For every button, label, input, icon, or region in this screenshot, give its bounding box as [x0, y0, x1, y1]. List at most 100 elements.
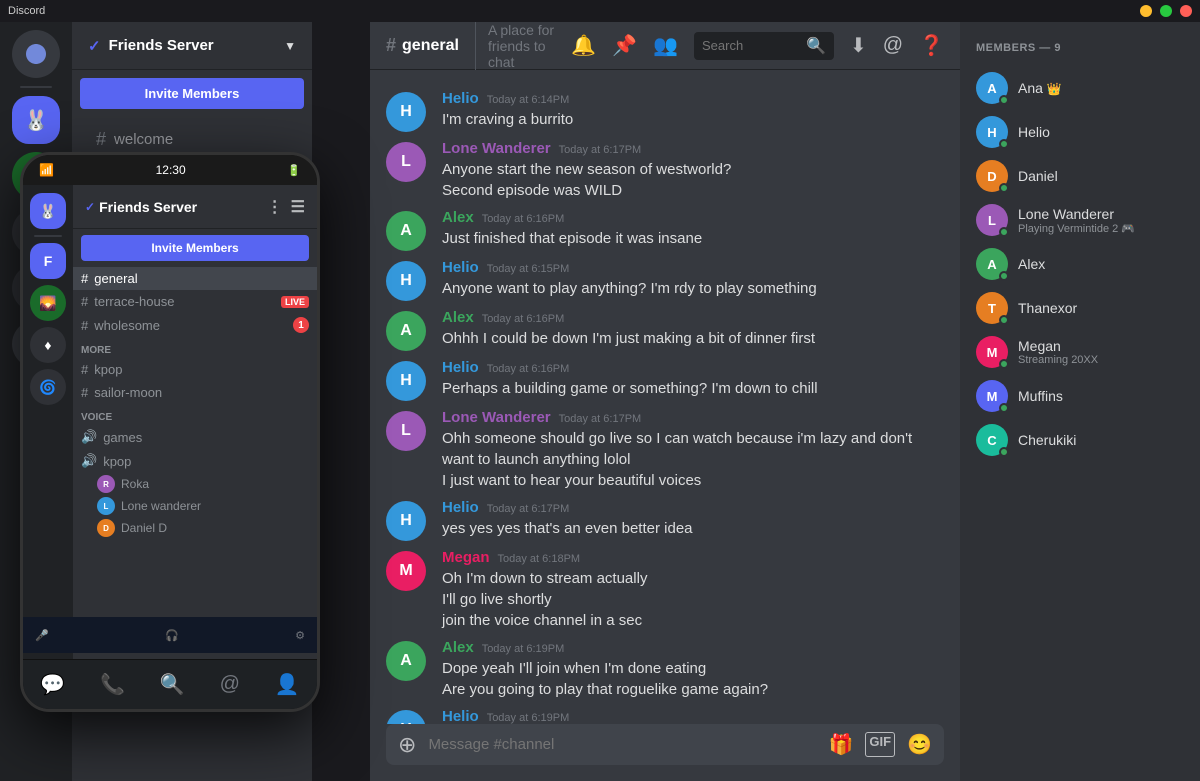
phone-voice-kpop[interactable]: 🔊 kpop: [73, 449, 317, 473]
input-add-button[interactable]: ⊕: [398, 732, 416, 758]
message-avatar-alex: A: [386, 641, 426, 681]
member-name-lone: Lone Wanderer: [1018, 206, 1184, 222]
message-text: Just finished that episode it was insane: [442, 228, 944, 249]
message-author-alex[interactable]: Alex: [442, 209, 474, 226]
phone-header-icon-1[interactable]: ⋮: [267, 197, 283, 217]
phone-channel-kpop[interactable]: # kpop: [73, 358, 317, 381]
phone-nav-profile[interactable]: 👤: [275, 672, 300, 697]
channel-item-welcome[interactable]: # welcome: [80, 125, 304, 154]
message-avatar-helio: H: [386, 92, 426, 132]
phone-bottom-nav: 💬 📞 🔍 @ 👤: [23, 659, 317, 709]
title-bar-controls[interactable]: [1140, 5, 1192, 17]
maximize-button[interactable]: [1160, 5, 1172, 17]
message-line: Dope yeah I'll join when I'm done eating: [442, 658, 944, 679]
phone-channel-wholesome[interactable]: # wholesome 1: [73, 313, 317, 337]
notification-icon[interactable]: 🔔: [571, 33, 596, 58]
input-actions: 🎁 GIF 😊: [829, 732, 932, 757]
message-input[interactable]: [428, 724, 816, 765]
message-author-helio[interactable]: Helio: [442, 259, 479, 276]
phone-invite-button[interactable]: Invite Members: [81, 235, 309, 261]
help-icon[interactable]: ❓: [919, 33, 944, 58]
emoji-icon[interactable]: 😊: [907, 732, 932, 757]
message-text: Anyone want to play anything? I'm rdy to…: [442, 278, 944, 299]
phone-server-icon-dm[interactable]: 🐰: [30, 193, 66, 229]
message-author-alex[interactable]: Alex: [442, 639, 474, 656]
member-info-lone: Lone Wanderer Playing Vermintide 2 🎮: [1018, 206, 1184, 235]
invite-members-button[interactable]: Invite Members: [80, 78, 304, 109]
headphone-icon[interactable]: 🎧: [165, 629, 179, 642]
message-author-helio[interactable]: Helio: [442, 499, 479, 516]
phone-nav-mentions[interactable]: @: [220, 673, 240, 696]
member-item-muffins[interactable]: M Muffins: [968, 374, 1192, 418]
server-dropdown-arrow[interactable]: ▼: [284, 39, 296, 53]
phone-server-header[interactable]: ✓ Friends Server ⋮ ☰: [73, 185, 317, 229]
member-item-cherukiki[interactable]: C Cherukiki: [968, 418, 1192, 462]
members-icon[interactable]: 👥: [653, 33, 678, 58]
message-content: Lone Wanderer Today at 6:17PM Ohh someon…: [442, 409, 944, 491]
mic-icon[interactable]: 🎤: [35, 629, 49, 642]
pin-icon[interactable]: 📌: [612, 33, 637, 58]
server-icon-friends[interactable]: 🐰: [12, 96, 60, 144]
server-icon-dm[interactable]: [12, 30, 60, 78]
chat-channel-label: general: [402, 37, 459, 55]
gift-icon[interactable]: 🎁: [829, 732, 854, 757]
server-divider: [20, 86, 52, 88]
phone-speaker-icon: 🔊: [81, 429, 97, 445]
message-avatar-alex: A: [386, 311, 426, 351]
gif-icon[interactable]: GIF: [865, 732, 895, 757]
channel-hash-icon: #: [96, 129, 106, 150]
messages-container: H Helio Today at 6:14PM I'm craving a bu…: [370, 70, 960, 724]
member-item-thanexor[interactable]: T Thanexor: [968, 286, 1192, 330]
search-icon: 🔍: [806, 36, 826, 56]
member-item-helio[interactable]: H Helio: [968, 110, 1192, 154]
message-author-helio[interactable]: Helio: [442, 708, 479, 724]
phone-nav-messages[interactable]: 💬: [40, 672, 65, 697]
close-button[interactable]: [1180, 5, 1192, 17]
phone-channel-sailor-moon[interactable]: # sailor-moon: [73, 381, 317, 404]
member-item-alex[interactable]: A Alex: [968, 242, 1192, 286]
settings-icon[interactable]: ⚙: [295, 629, 305, 642]
member-item-lone-wanderer[interactable]: L Lone Wanderer Playing Vermintide 2 🎮: [968, 198, 1192, 242]
member-item-daniel[interactable]: D Daniel: [968, 154, 1192, 198]
search-box[interactable]: 🔍: [694, 32, 834, 60]
message-author-helio[interactable]: Helio: [442, 359, 479, 376]
member-item-megan[interactable]: M Megan Streaming 20XX: [968, 330, 1192, 374]
message-author-megan[interactable]: Megan: [442, 549, 490, 566]
phone-voice-games[interactable]: 🔊 games: [73, 425, 317, 449]
message-time: Today at 6:17PM: [559, 144, 642, 156]
search-input[interactable]: [702, 38, 800, 53]
message-author-lone[interactable]: Lone Wanderer: [442, 140, 551, 157]
message-author-alex[interactable]: Alex: [442, 309, 474, 326]
phone-nav-calls[interactable]: 📞: [100, 672, 125, 697]
phone-server-icon-2[interactable]: ♦: [30, 327, 66, 363]
phone-server-icon-friends[interactable]: F: [30, 243, 66, 279]
phone-nav-search[interactable]: 🔍: [160, 672, 185, 697]
inbox-icon[interactable]: @: [883, 34, 903, 57]
message-author-lone[interactable]: Lone Wanderer: [442, 409, 551, 426]
phone-speaker-icon: 🔊: [81, 453, 97, 469]
message-content: Helio Today at 6:16PM Perhaps a building…: [442, 359, 944, 401]
member-name-helio: Helio: [1018, 124, 1184, 140]
wifi-icon: 📶: [39, 163, 54, 177]
server-header[interactable]: ✓ Friends Server ▼: [72, 22, 312, 70]
message-group: M Megan Today at 6:18PM Oh I'm down to s…: [370, 545, 960, 635]
phone-header-icon-2[interactable]: ☰: [291, 197, 305, 217]
member-status-ana: [999, 95, 1009, 105]
message-input-box: ⊕ 🎁 GIF 😊: [386, 724, 944, 765]
phone-divider: [34, 235, 62, 237]
phone-server-icon-1[interactable]: 🌄: [30, 285, 66, 321]
minimize-button[interactable]: [1140, 5, 1152, 17]
message-group: H Helio Today at 6:15PM Anyone want to p…: [370, 255, 960, 305]
phone-status-left: 📶: [39, 163, 54, 177]
member-item-ana[interactable]: A Ana 👑: [968, 66, 1192, 110]
phone-channel-terrace-house[interactable]: # terrace-house LIVE: [73, 290, 317, 313]
chat-header-actions: 🔔 📌 👥 🔍 ⬇ @ ❓: [571, 32, 944, 60]
message-author-helio[interactable]: Helio: [442, 90, 479, 107]
phone-hash-icon: #: [81, 385, 88, 400]
phone-server-icon-3[interactable]: 🌀: [30, 369, 66, 405]
message-text: Anyone start the new season of westworld…: [442, 159, 944, 201]
message-avatar-lone: L: [386, 142, 426, 182]
phone-channel-general[interactable]: # general: [73, 267, 317, 290]
download-icon[interactable]: ⬇: [850, 33, 867, 58]
phone-server-actions[interactable]: ⋮ ☰: [267, 197, 305, 217]
